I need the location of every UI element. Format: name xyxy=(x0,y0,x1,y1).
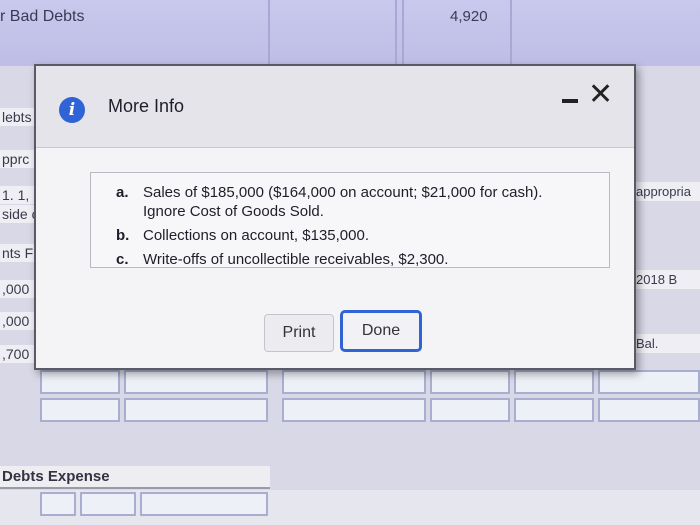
journal-cell[interactable] xyxy=(430,370,510,394)
journal-cell[interactable] xyxy=(124,398,268,422)
close-button[interactable]: ✕ xyxy=(588,80,613,110)
journal-cell[interactable] xyxy=(140,492,268,516)
column-label: Bal. xyxy=(632,334,700,353)
minimize-button[interactable] xyxy=(560,88,582,110)
list-item: a. Sales of $185,000 ($164,000 on accoun… xyxy=(116,183,542,221)
account-title: r Bad Debts xyxy=(0,8,85,25)
worksheet-header-band xyxy=(0,0,700,66)
item-letter: a. xyxy=(116,184,129,201)
journal-cell[interactable] xyxy=(282,370,426,394)
item-letter: b. xyxy=(116,227,130,244)
info-icon: i xyxy=(59,97,85,123)
journal-cell[interactable] xyxy=(430,398,510,422)
journal-cell[interactable] xyxy=(598,370,700,394)
column-divider xyxy=(402,0,404,66)
journal-cell[interactable] xyxy=(514,398,594,422)
column-divider xyxy=(268,0,270,66)
item-text: Sales of $185,000 ($164,000 on account; … xyxy=(143,184,543,201)
info-content-box: a. Sales of $185,000 ($164,000 on accoun… xyxy=(90,172,610,268)
journal-cell[interactable] xyxy=(80,492,136,516)
expense-account-label: Debts Expense xyxy=(0,466,270,489)
journal-cell[interactable] xyxy=(282,398,426,422)
dialog-title: More Info xyxy=(108,96,185,116)
column-label: appropria xyxy=(632,182,700,201)
column-divider xyxy=(510,0,512,66)
journal-cell[interactable] xyxy=(40,492,76,516)
account-balance: 4,920 xyxy=(450,8,488,25)
item-letter: c. xyxy=(116,251,129,268)
journal-cell[interactable] xyxy=(124,370,268,394)
journal-cell[interactable] xyxy=(40,398,120,422)
worksheet-footer xyxy=(0,490,700,525)
dialog-header: i More Info ✕ xyxy=(36,66,634,148)
done-button[interactable]: Done xyxy=(340,310,422,352)
journal-cell[interactable] xyxy=(598,398,700,422)
info-list: a. Sales of $185,000 ($164,000 on accoun… xyxy=(116,183,542,274)
list-item: b. Collections on account, $135,000. xyxy=(116,226,542,245)
item-text: Collections on account, $135,000. xyxy=(143,227,369,244)
print-button[interactable]: Print xyxy=(264,314,334,352)
item-text-continued: Ignore Cost of Goods Sold. xyxy=(143,203,324,220)
column-divider xyxy=(395,0,397,66)
list-item: c. Write-offs of uncollectible receivabl… xyxy=(116,250,542,269)
journal-cell[interactable] xyxy=(40,370,120,394)
more-info-dialog: i More Info ✕ a. Sales of $185,000 ($164… xyxy=(34,64,636,370)
column-label: 2018 B xyxy=(632,270,700,289)
item-text: Write-offs of uncollectible receivables,… xyxy=(143,251,449,268)
journal-cell[interactable] xyxy=(514,370,594,394)
